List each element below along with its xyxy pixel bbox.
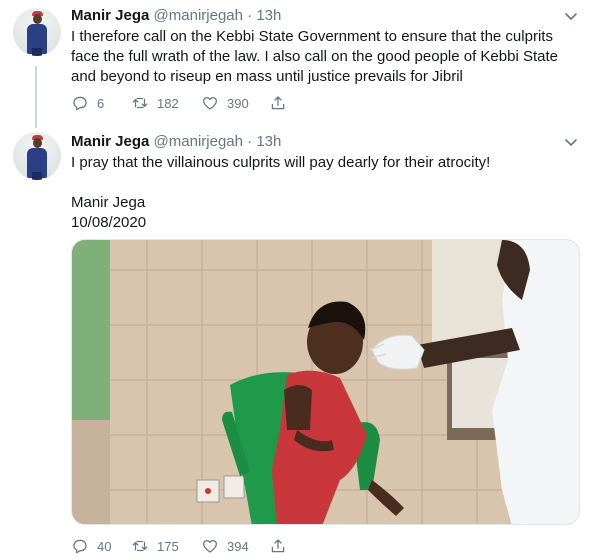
retweet-icon bbox=[132, 540, 148, 552]
like-button[interactable]: 394 bbox=[201, 536, 249, 556]
tweet-text: I therefore call on the Kebbi State Gove… bbox=[71, 27, 576, 87]
share-button[interactable] bbox=[269, 93, 287, 113]
author-name[interactable]: Manir Jega bbox=[71, 133, 149, 150]
timestamp[interactable]: 13h bbox=[256, 7, 281, 24]
share-upload-icon bbox=[271, 539, 285, 553]
tweet-header: Manir Jega @manirjegah · 13h bbox=[71, 132, 281, 152]
reply-count: 6 bbox=[97, 95, 105, 111]
heart-icon bbox=[202, 96, 218, 110]
tweet-1[interactable]: Manir Jega @manirjegah · 13h I therefore… bbox=[0, 0, 589, 128]
reply-button[interactable]: 6 bbox=[71, 93, 104, 113]
tweet-header: Manir Jega @manirjegah · 13h bbox=[71, 6, 281, 26]
retweet-button[interactable]: 182 bbox=[131, 93, 179, 113]
tweet-text-line: I pray that the villainous culprits will… bbox=[71, 154, 491, 171]
tweet-text-line: and beyond to riseup en mass until justi… bbox=[71, 68, 463, 85]
heart-icon bbox=[202, 539, 218, 553]
separator-dot: · bbox=[247, 133, 253, 150]
author-handle[interactable]: @manirjegah bbox=[154, 133, 243, 150]
chevron-down-icon[interactable] bbox=[564, 135, 578, 149]
avatar[interactable] bbox=[13, 132, 61, 180]
tweet-actions: 6 182 390 bbox=[71, 93, 491, 113]
timestamp[interactable]: 13h bbox=[256, 133, 281, 150]
tweet-actions: 40 175 394 bbox=[71, 536, 491, 556]
avatar[interactable] bbox=[13, 8, 61, 56]
photo-illustration bbox=[72, 240, 579, 524]
reply-count: 40 bbox=[97, 538, 112, 554]
retweet-count: 182 bbox=[157, 95, 179, 111]
retweet-button[interactable]: 175 bbox=[131, 536, 179, 556]
share-button[interactable] bbox=[269, 536, 287, 556]
tweet-text: I pray that the villainous culprits will… bbox=[71, 153, 576, 233]
chevron-down-icon[interactable] bbox=[564, 9, 578, 23]
author-name[interactable]: Manir Jega bbox=[71, 7, 149, 24]
retweet-count: 175 bbox=[157, 538, 179, 554]
tweet-text-line: face the full wrath of the law. I also c… bbox=[71, 48, 558, 65]
share-upload-icon bbox=[271, 96, 285, 110]
like-count: 394 bbox=[227, 538, 249, 554]
tweet-photo[interactable] bbox=[71, 239, 580, 525]
tweet-text-line: I therefore call on the Kebbi State Gove… bbox=[71, 28, 553, 45]
thread-connector-line bbox=[35, 66, 37, 128]
author-handle[interactable]: @manirjegah bbox=[154, 7, 243, 24]
separator-dot: · bbox=[247, 7, 253, 24]
comment-bubble-icon bbox=[73, 96, 87, 111]
signature-name: Manir Jega bbox=[71, 194, 146, 211]
reply-button[interactable]: 40 bbox=[71, 536, 111, 556]
comment-bubble-icon bbox=[73, 539, 87, 554]
like-count: 390 bbox=[227, 95, 249, 111]
signature-date: 10/08/2020 bbox=[71, 214, 147, 231]
like-button[interactable]: 390 bbox=[201, 93, 249, 113]
retweet-icon bbox=[132, 97, 148, 109]
